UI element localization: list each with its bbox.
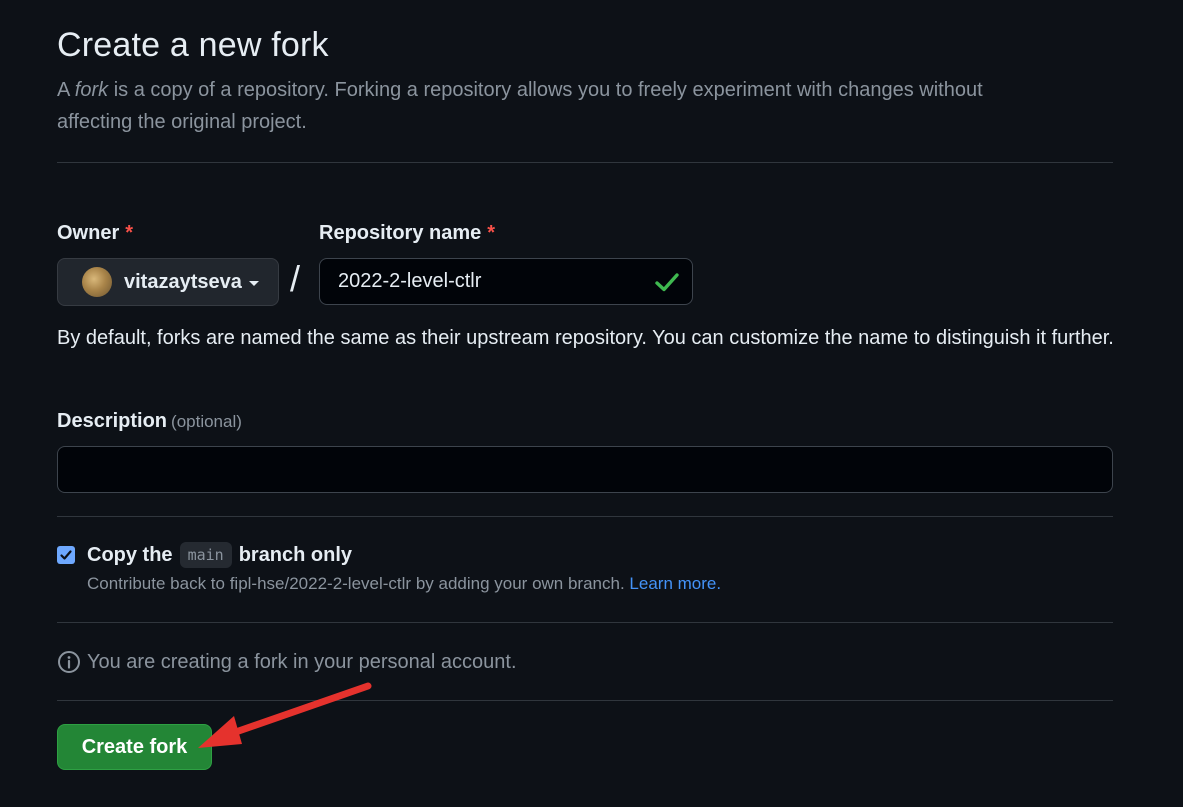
required-mark: * <box>487 222 496 244</box>
description-label: Description (optional) <box>57 410 242 433</box>
owner-dropdown[interactable]: vitazaytseva <box>57 258 279 306</box>
copy-branch-label-after: branch only <box>238 543 353 566</box>
repository-name-label: Repository name * <box>319 222 495 245</box>
repository-name-label-text: Repository name <box>319 222 482 244</box>
owner-repo-separator: / <box>290 258 301 299</box>
create-fork-button[interactable]: Create fork <box>57 724 212 770</box>
copy-branch-sub-text: Contribute back to fipl-hse/2022-2-level… <box>87 574 625 593</box>
info-icon <box>58 651 80 673</box>
branch-name-chip: main <box>179 542 232 568</box>
caret-down-icon <box>248 280 259 286</box>
subtitle-prefix: A <box>57 79 75 101</box>
user-avatar <box>82 267 112 297</box>
page-subtitle: A fork is a copy of a repository. Forkin… <box>57 74 1057 138</box>
learn-more-link[interactable]: Learn more. <box>629 574 721 593</box>
optional-hint: (optional) <box>171 412 242 431</box>
description-label-text: Description <box>57 410 168 432</box>
divider <box>57 700 1113 701</box>
repository-name-help: By default, forks are named the same as … <box>57 327 1114 349</box>
divider <box>57 622 1113 623</box>
required-mark: * <box>125 222 134 244</box>
annotation-arrow-icon <box>198 682 372 748</box>
owner-label-text: Owner <box>57 222 120 244</box>
page-title: Create a new fork <box>57 26 329 64</box>
subtitle-fork-term: fork <box>74 79 109 101</box>
copy-branch-label-before: Copy the <box>87 543 173 566</box>
create-fork-page: Create a new fork A fork is a copy of a … <box>0 0 1183 807</box>
copy-branch-description: Contribute back to fipl-hse/2022-2-level… <box>87 574 721 594</box>
repository-name-input[interactable]: 2022-2-level-ctlr <box>319 258 693 305</box>
personal-account-notice-text: You are creating a fork in your personal… <box>87 650 517 673</box>
copy-main-branch-checkbox[interactable] <box>57 546 75 564</box>
owner-label: Owner * <box>57 222 133 245</box>
copy-branch-label[interactable]: Copy the main branch only <box>87 542 352 568</box>
owner-name: vitazaytseva <box>124 270 242 293</box>
description-input[interactable] <box>57 446 1113 493</box>
checkmark-icon <box>60 550 72 560</box>
subtitle-rest: is a copy of a repository. Forking a rep… <box>57 79 983 133</box>
repository-name-value: 2022-2-level-ctlr <box>338 270 482 292</box>
personal-account-notice: You are creating a fork in your personal… <box>57 650 517 674</box>
divider <box>57 162 1113 163</box>
divider <box>57 516 1113 517</box>
check-icon <box>655 273 679 292</box>
